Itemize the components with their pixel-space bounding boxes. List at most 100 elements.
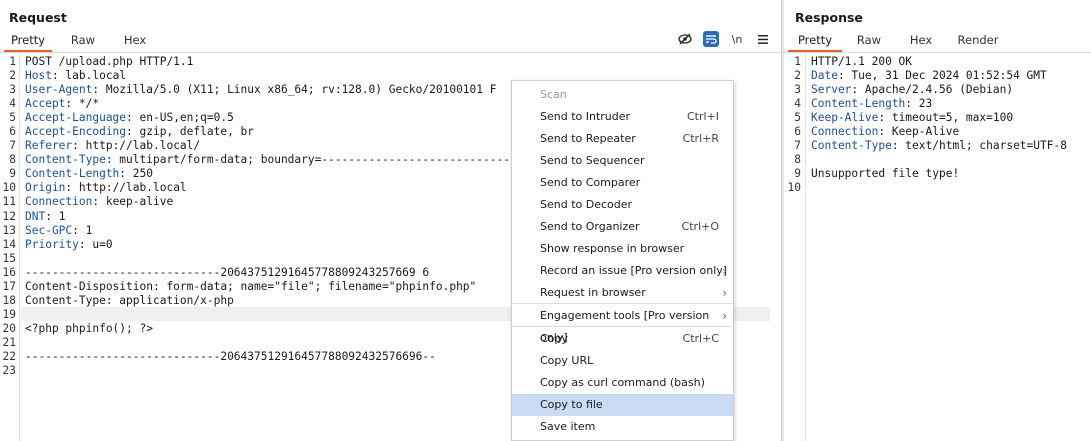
line-number: 15: [2, 251, 16, 265]
menu-item-save-item[interactable]: Save item: [512, 416, 733, 438]
menu-item-record-an-issue[interactable]: Record an issue [Pro version only] ›: [512, 260, 733, 282]
code-line: Accept-Language: en-US,en;q=0.5: [25, 111, 510, 125]
code-line: POST /upload.php HTTP/1.1: [25, 55, 510, 69]
line-number: 8: [9, 153, 16, 167]
request-tabs: Pretty Raw Hex: [0, 33, 156, 52]
menu-item-send-to-comparer[interactable]: Send to Comparer: [512, 172, 733, 194]
menu-item-send-to-organizer[interactable]: Send to Organizer Ctrl+O: [512, 216, 733, 238]
code-line: Content-Type: multipart/form-data; bound…: [25, 153, 510, 167]
eye-slash-icon[interactable]: [677, 31, 693, 47]
header-name: Priority: [25, 237, 79, 251]
line-text: HTTP/1.1 200 OK: [811, 55, 913, 68]
menu-separator: [512, 326, 733, 327]
code-line: Content-Length: 250: [25, 167, 510, 181]
code-line: Referer: http://lab.local/: [25, 139, 510, 153]
wrap-icon[interactable]: [703, 31, 719, 47]
menu-item-engagement-tools[interactable]: Engagement tools [Pro version only] ›: [512, 305, 733, 344]
code-line: Date: Tue, 31 Dec 2024 01:52:54 GMT: [811, 69, 1067, 83]
line-number: 2: [794, 69, 801, 83]
menu-item-copy-to-file[interactable]: Copy to file: [512, 394, 733, 416]
code-line: Server: Apache/2.4.56 (Debian): [811, 83, 1067, 97]
context-menu: Scan Send to Intruder Ctrl+I Send to Repeat…: [511, 80, 734, 441]
code-line: Content-Length: 23: [811, 97, 1067, 111]
line-number: 4: [794, 97, 801, 111]
code-line: Connection: Keep-Alive: [811, 125, 1067, 139]
menu-item-send-to-sequencer[interactable]: Send to Sequencer: [512, 150, 733, 172]
newline-icon[interactable]: \n: [729, 31, 745, 47]
tab-raw[interactable]: Raw: [62, 33, 104, 52]
menu-item-label: Show response in browser: [540, 242, 685, 255]
request-toolbar: \n: [667, 31, 771, 47]
menu-item-label: Send to Decoder: [540, 198, 633, 211]
line-number: 19: [2, 307, 16, 321]
chevron-right-icon: ›: [722, 286, 727, 300]
code-line: -----------------------------20643751291…: [25, 266, 510, 280]
request-editor[interactable]: POST /upload.php HTTP/1.1 Host: lab.local…: [25, 55, 510, 378]
code-line: Accept: */*: [25, 97, 510, 111]
line-number: 7: [794, 139, 801, 153]
tab-raw[interactable]: Raw: [848, 33, 890, 52]
line-text: : text/html; charset=UTF-8: [891, 139, 1067, 153]
menu-item-send-to-intruder[interactable]: Send to Intruder Ctrl+I: [512, 106, 733, 128]
header-name: Content-Length: [25, 167, 120, 181]
menu-item-send-to-repeater[interactable]: Send to Repeater Ctrl+R: [512, 128, 733, 150]
menu-item-label: Send to Organizer: [540, 220, 640, 233]
line-text: Content-Disposition: form-data; name="fi…: [25, 279, 477, 293]
line-text: : http://lab.local/: [72, 139, 201, 153]
header-name: Sec-GPC: [25, 223, 73, 237]
code-line: DNT: 1: [25, 210, 510, 224]
line-text: : timeout=5, max=100: [878, 111, 1014, 125]
menu-item-label: Save item: [540, 420, 596, 433]
line-number: 1: [9, 55, 16, 68]
menu-item-copy-as-curl-command-bash[interactable]: Copy as curl command (bash): [512, 372, 733, 394]
response-editor[interactable]: HTTP/1.1 200 OK Date: Tue, 31 Dec 2024 01…: [811, 55, 1067, 195]
response-line-numbers: 1 2 3 4 5 6 7 8 9 10: [784, 55, 801, 195]
menu-item-copy-url[interactable]: Copy URL: [512, 350, 733, 372]
tab-hex[interactable]: Hex: [114, 33, 156, 52]
request-line-numbers: 1 2 3 4 5 6 7 8 9 10 11 12 13 14 15 16 17 18 19 20 21 22 23: [0, 55, 16, 378]
menu-item-send-to-decoder[interactable]: Send to Decoder: [512, 194, 733, 216]
request-title: Request: [9, 10, 67, 25]
menu-item-label: Send to Comparer: [540, 176, 641, 189]
line-text: <?php phpinfo(); ?>: [25, 321, 153, 335]
menu-item-label: Copy URL: [540, 354, 594, 367]
menu-item-request-in-browser[interactable]: Request in browser ›: [512, 282, 733, 304]
code-line: Content-Type: application/x-php: [25, 294, 510, 308]
menu-item-label: Copy as curl command (bash): [540, 376, 705, 389]
header-name: Referer: [25, 139, 73, 153]
line-text: : Mozilla/5.0 (X11; Linux x86_64; rv:128…: [92, 83, 497, 97]
tab-pretty[interactable]: Pretty: [4, 33, 52, 52]
tab-render[interactable]: Render: [952, 33, 1004, 52]
response-title: Response: [795, 10, 863, 25]
line-text: : */*: [65, 97, 100, 111]
response-pane: Response Pretty Raw Hex Render 123456789…: [784, 0, 1091, 441]
menu-item-copy[interactable]: Copy Ctrl+C: [512, 328, 733, 350]
line-text: : gzip, deflate, br: [126, 125, 255, 139]
header-name: Origin: [25, 181, 66, 195]
header-name: Date: [811, 69, 838, 83]
tab-pretty[interactable]: Pretty: [788, 33, 842, 52]
chevron-right-icon: ›: [722, 264, 727, 278]
menu-item-label: Scan: [540, 88, 567, 101]
tab-hex[interactable]: Hex: [900, 33, 942, 52]
header-name: Accept-Language: [25, 111, 127, 125]
line-text: : Tue, 31 Dec 2024 01:52:54 GMT: [837, 69, 1047, 83]
menu-item-show-response-in-browser[interactable]: Show response in browser: [512, 238, 733, 260]
code-line: Host: lab.local: [25, 69, 510, 83]
line-text: : Keep-Alive: [878, 125, 960, 139]
menu-item-label: Send to Intruder: [540, 110, 631, 123]
menu-shortcut: Ctrl+R: [682, 132, 719, 145]
line-number: 10: [787, 181, 801, 195]
line-text: -----------------------------20643751291…: [25, 265, 430, 279]
line-number: 3: [794, 83, 801, 97]
line-number: 23: [2, 364, 16, 378]
code-line: Accept-Encoding: gzip, deflate, br: [25, 125, 510, 139]
line-text: : http://lab.local: [65, 181, 187, 195]
line-text: : 250: [119, 167, 153, 181]
code-line: Connection: keep-alive: [25, 195, 510, 209]
menu-icon[interactable]: [755, 31, 771, 47]
